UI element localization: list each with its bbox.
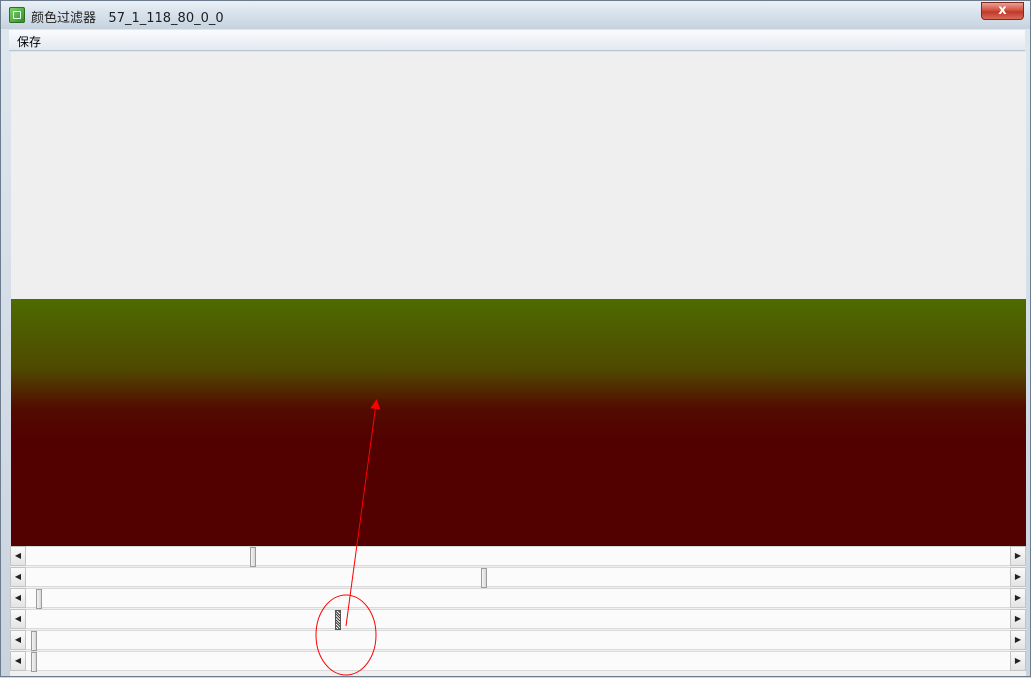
slider-row-5[interactable]: ◀ ▶ — [10, 630, 1026, 651]
window-title: 颜色过滤器 57_1_118_80_0_0 — [31, 7, 224, 26]
slider-thumb-2[interactable] — [481, 568, 487, 588]
scroll-left-icon[interactable]: ◀ — [10, 651, 26, 671]
slider-thumb-1[interactable] — [250, 547, 256, 567]
scroll-left-icon[interactable]: ◀ — [10, 588, 26, 608]
scroll-left-icon[interactable]: ◀ — [10, 567, 26, 587]
color-preview-canvas — [11, 52, 1026, 546]
slider-thumb-4[interactable] — [335, 610, 341, 630]
scroll-right-icon[interactable]: ▶ — [1010, 546, 1026, 566]
title-bar[interactable]: 颜色过滤器 57_1_118_80_0_0 x — [1, 1, 1030, 29]
color-filter-window: 颜色过滤器 57_1_118_80_0_0 x 保存 ◀ ▶ ◀ ▶ ◀ ▶ ◀… — [0, 0, 1031, 677]
menu-bar: 保存 — [9, 30, 1025, 51]
slider-panel: ◀ ▶ ◀ ▶ ◀ ▶ ◀ ▶ ◀ ▶ ◀ ▶ — [10, 546, 1026, 676]
color-gradient-band — [11, 299, 1026, 546]
scroll-left-icon[interactable]: ◀ — [10, 630, 26, 650]
slider-thumb-6[interactable] — [31, 652, 37, 672]
slider-track-1[interactable] — [26, 546, 1010, 567]
scroll-left-icon[interactable]: ◀ — [10, 546, 26, 566]
scroll-right-icon[interactable]: ▶ — [1010, 567, 1026, 587]
menu-item-save[interactable]: 保存 — [15, 32, 43, 51]
slider-track-4[interactable] — [26, 609, 1010, 630]
scroll-left-icon[interactable]: ◀ — [10, 609, 26, 629]
slider-track-2[interactable] — [26, 567, 1010, 588]
slider-track-5[interactable] — [26, 630, 1010, 651]
slider-track-3[interactable] — [26, 588, 1010, 609]
scroll-right-icon[interactable]: ▶ — [1010, 609, 1026, 629]
app-icon — [9, 7, 25, 23]
slider-row-3[interactable]: ◀ ▶ — [10, 588, 1026, 609]
close-icon: x — [998, 3, 1007, 18]
window-title-text: 颜色过滤器 — [31, 11, 97, 26]
window-subtitle-text: 57_1_118_80_0_0 — [108, 11, 224, 26]
slider-track-6[interactable] — [26, 651, 1010, 672]
slider-row-4[interactable]: ◀ ▶ — [10, 609, 1026, 630]
close-button[interactable]: x — [981, 2, 1024, 20]
slider-row-2[interactable]: ◀ ▶ — [10, 567, 1026, 588]
slider-row-6[interactable]: ◀ ▶ — [10, 651, 1026, 672]
slider-thumb-3[interactable] — [36, 589, 42, 609]
slider-row-1[interactable]: ◀ ▶ — [10, 546, 1026, 567]
scroll-right-icon[interactable]: ▶ — [1010, 588, 1026, 608]
scroll-right-icon[interactable]: ▶ — [1010, 651, 1026, 671]
scroll-right-icon[interactable]: ▶ — [1010, 630, 1026, 650]
slider-thumb-5[interactable] — [31, 631, 37, 651]
